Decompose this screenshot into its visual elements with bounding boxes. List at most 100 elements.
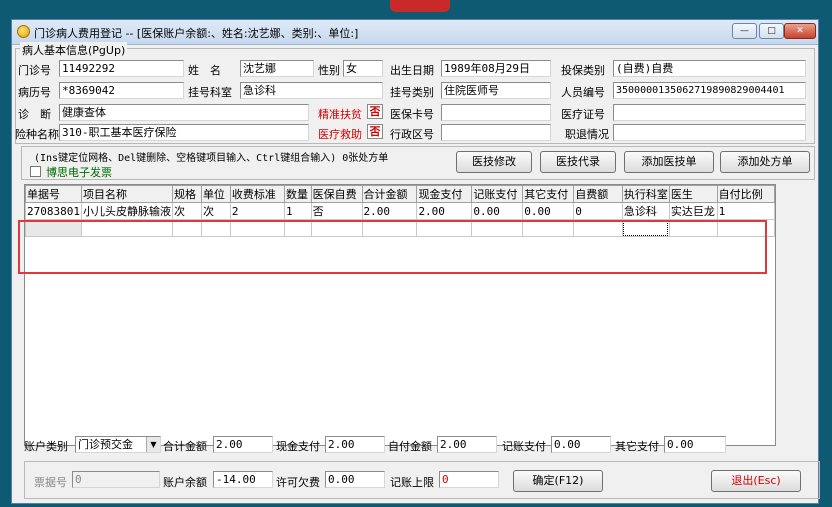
table-cell[interactable]: 27083801 (25, 202, 82, 220)
col-header[interactable]: 自费额 (573, 185, 623, 203)
maximize-icon[interactable]: □ (759, 23, 784, 39)
table-cell[interactable]: 急诊科 (621, 202, 670, 220)
limit-field[interactable]: 0 (439, 471, 499, 488)
tech-modify-button[interactable]: 医技修改 (456, 151, 532, 173)
add-rx-button[interactable]: 添加处方单 (720, 151, 810, 173)
col-header[interactable]: 医保自费 (310, 185, 363, 203)
col-header[interactable]: 执行科室 (621, 185, 670, 203)
col-header[interactable]: 项目名称 (80, 185, 173, 203)
clinic-no-field[interactable]: 11492292 (59, 60, 184, 77)
retire-label: 职退情况 (565, 128, 609, 141)
balance-field[interactable]: -14.00 (213, 471, 273, 488)
poverty-label: 精准扶贫 (318, 108, 362, 121)
staff-no-field[interactable]: 35000001350627198908290044​01 (613, 82, 806, 99)
grid-header-row: 单据号 项目名称 规格 单位 收费标准 数量 医保自费 合计金额 现金支付 记账… (25, 185, 775, 203)
close-icon[interactable]: ✕ (784, 23, 816, 39)
table-cell[interactable]: 次 (200, 202, 231, 220)
shortcut-hint: (Ins键定位网格、Del键删除、空格键项目输入、Ctrl键组合输入) 0张处方… (34, 153, 389, 164)
staff-no-label: 人员编号 (561, 86, 605, 99)
total-field[interactable]: 2.00 (213, 436, 273, 453)
ins-type-label: 投保类别 (561, 64, 605, 77)
med-cert-field[interactable] (613, 104, 806, 121)
birth-label: 出生日期 (390, 64, 434, 77)
col-header[interactable]: 自付比例 (716, 185, 775, 203)
cash-field[interactable]: 2.00 (325, 436, 385, 453)
receipt-field[interactable]: 0 (72, 471, 160, 488)
col-header[interactable]: 数量 (284, 185, 312, 203)
background-decoration (390, 0, 450, 12)
ins-type-field[interactable]: (自费)自费 (613, 60, 806, 77)
table-cell[interactable]: 2.00 (361, 202, 418, 220)
poverty-flag[interactable]: 否 (367, 104, 383, 119)
record-no-field[interactable]: *8369042 (59, 82, 184, 99)
charge-label: 记账支付 (502, 440, 546, 453)
table-row[interactable]: 27083801 小儿头皮静脉输液 次 次 2 1 否 2.00 2.00 0.… (25, 202, 775, 220)
dept-label: 挂号科室 (188, 86, 232, 99)
reg-type-field[interactable]: 住院医师号 (441, 82, 551, 99)
table-cell[interactable]: 0 (573, 202, 623, 220)
patient-info-title: 病人基本信息(PgUp) (20, 42, 128, 58)
aid-flag[interactable]: 否 (367, 124, 383, 139)
aid-label: 医疗救助 (318, 128, 362, 141)
col-header[interactable]: 合计金额 (361, 185, 418, 203)
retire-field[interactable] (613, 124, 806, 141)
self-field[interactable]: 2.00 (437, 436, 497, 453)
birth-field[interactable]: 1989年08月29日 (441, 60, 551, 77)
clinic-no-label: 门诊号 (18, 64, 51, 77)
account-type-select[interactable]: 门诊预交金 ▼ (75, 436, 161, 453)
tech-order-button[interactable]: 医技代录 (540, 151, 616, 173)
col-header[interactable]: 记账支付 (471, 185, 524, 203)
table-cell[interactable]: 实达巨龙 (668, 202, 718, 220)
table-cell[interactable]: 1 (284, 202, 312, 220)
col-header[interactable]: 规格 (171, 185, 202, 203)
dept-field[interactable]: 急诊科 (240, 82, 383, 99)
col-header[interactable]: 单据号 (25, 185, 82, 203)
table-cell[interactable]: 1 (716, 202, 775, 220)
col-header[interactable]: 其它支付 (522, 185, 575, 203)
chevron-down-icon[interactable]: ▼ (146, 437, 160, 452)
sex-field[interactable]: 女 (343, 60, 383, 77)
receipt-label: 票据号 (34, 476, 67, 489)
minimize-icon[interactable]: — (732, 23, 757, 39)
record-no-label: 病历号 (18, 86, 51, 99)
table-cell[interactable]: 否 (310, 202, 363, 220)
col-header[interactable]: 现金支付 (416, 185, 473, 203)
window-title: 门诊病人费用登记 -- [医保账户余额:、姓名:沈艺娜、类别:、单位:] (34, 27, 359, 40)
exit-button[interactable]: 退出(Esc) (711, 470, 801, 492)
confirm-button[interactable]: 确定(F12) (513, 470, 603, 492)
highlight-box (18, 220, 767, 274)
limit-label: 记账上限 (390, 476, 434, 489)
name-label: 姓 名 (188, 64, 221, 77)
account-type-value: 门诊预交金 (78, 438, 133, 451)
district-label: 行政区号 (390, 128, 434, 141)
add-tech-button[interactable]: 添加医技单 (624, 151, 714, 173)
table-cell[interactable]: 0.00 (522, 202, 575, 220)
col-header[interactable]: 收费标准 (229, 185, 286, 203)
table-cell[interactable]: 2 (229, 202, 286, 220)
owe-field[interactable]: 0.00 (325, 471, 385, 488)
ins-card-field[interactable] (441, 104, 551, 121)
name-field[interactable]: 沈艺娜 (240, 60, 314, 77)
account-type-label: 账户类别 (24, 440, 68, 453)
col-header[interactable]: 单位 (200, 185, 231, 203)
einvoice-checkbox[interactable] (30, 166, 41, 177)
district-field[interactable] (441, 124, 551, 141)
col-header[interactable]: 医生 (668, 185, 718, 203)
einvoice-label: 博思电子发票 (46, 166, 112, 179)
table-cell[interactable]: 次 (171, 202, 202, 220)
main-window: 门诊病人费用登记 -- [医保账户余额:、姓名:沈艺娜、类别:、单位:] — □… (11, 19, 820, 504)
table-cell[interactable]: 0.00 (471, 202, 524, 220)
ins-card-label: 医保卡号 (390, 108, 434, 121)
table-cell[interactable]: 2.00 (416, 202, 473, 220)
ins-kind-label: 险种名称 (15, 128, 59, 141)
charge-field[interactable]: 0.00 (551, 436, 611, 453)
other-label: 其它支付 (615, 440, 659, 453)
title-bar: 门诊病人费用登记 -- [医保账户余额:、姓名:沈艺娜、类别:、单位:] — □… (12, 20, 818, 45)
diag-field[interactable]: 健康查体 (59, 104, 309, 121)
med-cert-label: 医疗证号 (561, 108, 605, 121)
ins-kind-field[interactable]: 310-职工基本医疗保险 (59, 124, 309, 141)
owe-label: 许可欠费 (276, 476, 320, 489)
other-field[interactable]: 0.00 (664, 436, 726, 453)
table-cell[interactable]: 小儿头皮静脉输液 (80, 202, 173, 220)
diag-label: 诊 断 (18, 108, 51, 121)
